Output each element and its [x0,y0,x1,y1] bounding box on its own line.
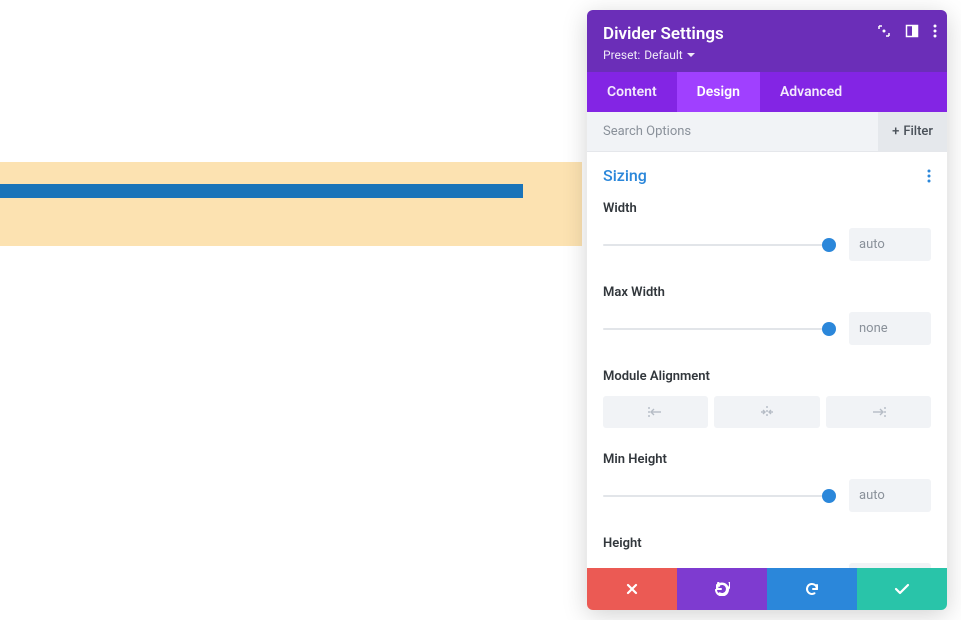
field-max-width: Max Width [603,285,931,345]
section-title[interactable]: Sizing [603,166,647,185]
max-width-input[interactable] [849,312,931,345]
min-height-slider[interactable] [603,488,835,504]
search-bar: + Filter [587,112,947,152]
redo-icon [804,581,820,597]
align-right-icon [869,405,887,419]
panel-body[interactable]: Sizing Width Max Width [587,152,947,568]
preset-selector[interactable]: Preset: Default [603,48,931,62]
align-center-icon [758,405,776,419]
field-height: Height [603,536,931,568]
slider-thumb[interactable] [822,489,836,503]
section-header: Sizing [603,166,931,185]
redo-button[interactable] [767,568,857,610]
cancel-button[interactable] [587,568,677,610]
panel-header: Divider Settings Preset: Default [587,10,947,72]
preset-prefix: Preset: [603,48,640,62]
field-width: Width [603,201,931,261]
undo-button[interactable] [677,568,767,610]
width-label: Width [603,201,931,216]
divider-preview [0,184,523,198]
undo-icon-real [714,581,730,597]
width-input[interactable] [849,228,931,261]
field-min-height: Min Height [603,452,931,512]
align-right-button[interactable] [826,396,931,428]
tabs: Content Design Advanced [587,72,947,112]
preset-value: Default [644,48,682,62]
panel-footer [587,568,947,610]
width-slider[interactable] [603,237,835,253]
confirm-button[interactable] [857,568,947,610]
align-left-icon [647,405,665,419]
align-center-button[interactable] [714,396,819,428]
tab-advanced[interactable]: Advanced [760,72,862,112]
min-height-input[interactable] [849,479,931,512]
tab-design[interactable]: Design [677,72,760,112]
settings-panel: Divider Settings Preset: Default [587,10,947,610]
field-alignment: Module Alignment [603,369,931,428]
alignment-label: Module Alignment [603,369,931,384]
align-left-button[interactable] [603,396,708,428]
header-icons [877,24,937,38]
caret-down-icon [687,53,695,58]
filter-label: Filter [903,124,933,139]
search-input[interactable] [603,112,878,151]
close-icon [626,583,638,595]
section-menu-icon[interactable] [927,169,931,183]
min-height-label: Min Height [603,452,931,467]
canvas-section [0,162,582,246]
height-label: Height [603,536,931,551]
slider-thumb[interactable] [822,238,836,252]
kebab-menu-icon[interactable] [933,24,937,38]
plus-icon: + [892,124,899,139]
check-icon [894,583,910,595]
max-width-slider[interactable] [603,321,835,337]
height-input[interactable] [849,563,931,568]
tab-content[interactable]: Content [587,72,677,112]
max-width-label: Max Width [603,285,931,300]
slider-thumb[interactable] [822,322,836,336]
expand-icon[interactable] [877,24,891,38]
filter-button[interactable]: + Filter [878,112,947,151]
snap-icon[interactable] [905,24,919,38]
